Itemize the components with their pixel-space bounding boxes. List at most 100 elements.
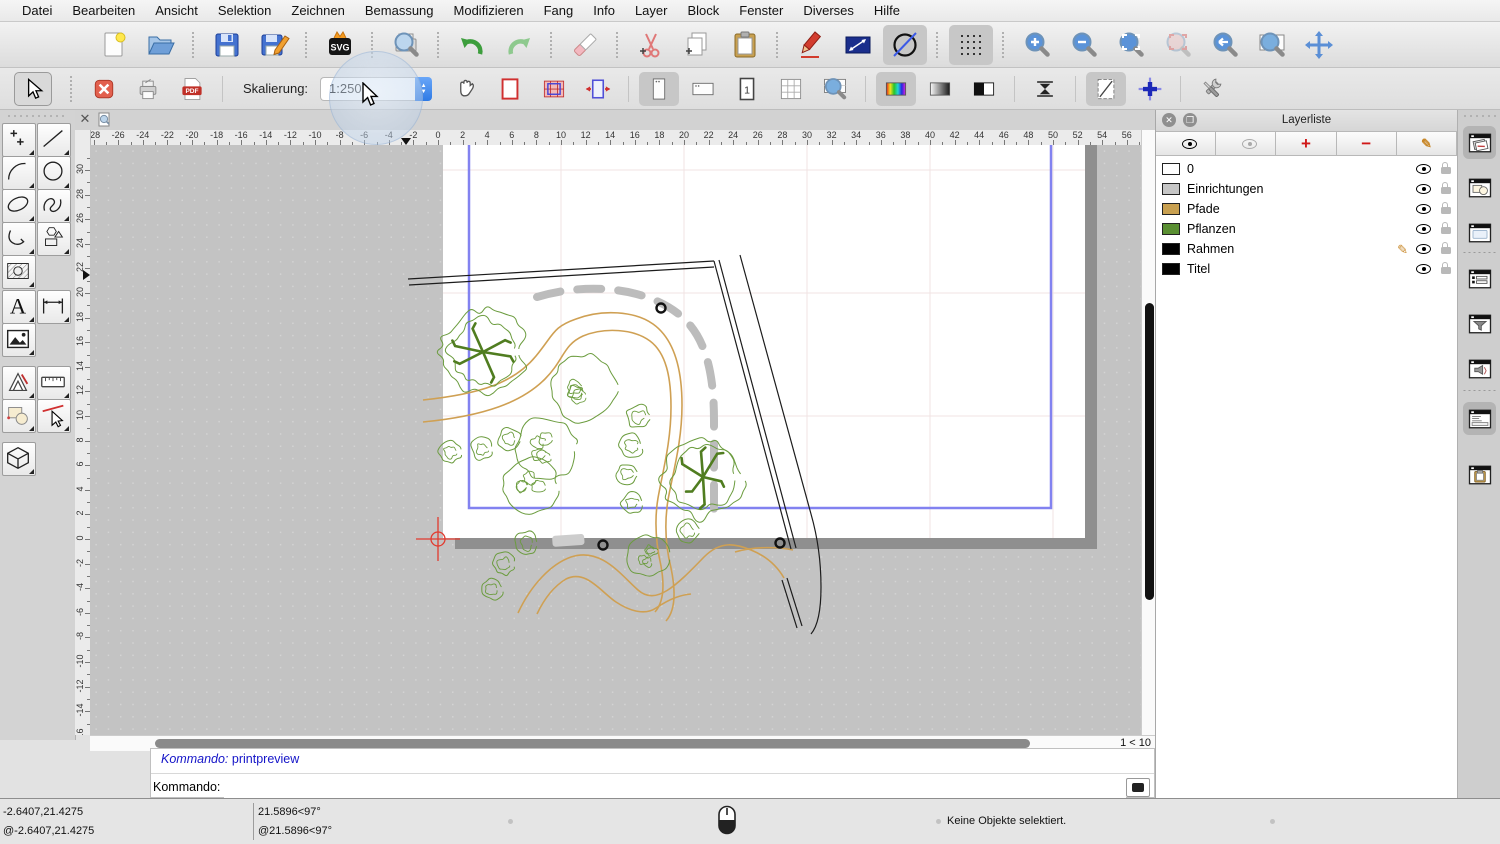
layer-list-dock-button[interactable] bbox=[1463, 126, 1496, 159]
vertical-scrollbar-thumb[interactable] bbox=[1145, 303, 1154, 600]
layer-row-titel[interactable]: Titel bbox=[1156, 259, 1457, 279]
palette-drag-handle[interactable] bbox=[6, 114, 66, 118]
snap-off-button[interactable] bbox=[883, 25, 927, 65]
open-document-button[interactable] bbox=[139, 25, 183, 65]
layer-lock-icon[interactable] bbox=[1441, 207, 1451, 214]
crosshair-plus-button[interactable] bbox=[1130, 72, 1170, 106]
pan-button[interactable] bbox=[1297, 25, 1341, 65]
dimension-button[interactable] bbox=[836, 25, 880, 65]
print-button[interactable] bbox=[128, 72, 168, 106]
portrait-button[interactable] bbox=[639, 72, 679, 106]
layer-visibility-icon[interactable] bbox=[1416, 164, 1431, 174]
command-input[interactable] bbox=[224, 776, 1126, 798]
drawing-canvas[interactable] bbox=[90, 145, 1141, 735]
layer-lock-icon[interactable] bbox=[1441, 227, 1451, 234]
zoom-previous-button[interactable] bbox=[1203, 25, 1247, 65]
layer-visibility-icon[interactable] bbox=[1416, 184, 1431, 194]
menu-modifizieren[interactable]: Modifizieren bbox=[444, 3, 534, 18]
paper-fit-button[interactable] bbox=[578, 72, 618, 106]
menu-bearbeiten[interactable]: Bearbeiten bbox=[62, 3, 145, 18]
paste-button[interactable] bbox=[723, 25, 767, 65]
layer-panel-detach-icon[interactable]: ❐ bbox=[1183, 113, 1197, 127]
layer-row-0[interactable]: 0 bbox=[1156, 159, 1457, 179]
tool-block-tools-button[interactable] bbox=[2, 399, 36, 433]
dev-tools-button[interactable] bbox=[1191, 72, 1231, 106]
dock-drag-handle[interactable] bbox=[1462, 114, 1497, 118]
tool-misc-draw-button[interactable] bbox=[2, 366, 36, 400]
hide-all-layers-button[interactable] bbox=[1216, 132, 1276, 155]
save-as-button[interactable] bbox=[252, 25, 296, 65]
tool-shapes-button[interactable] bbox=[37, 222, 71, 256]
clipboard-panel-dock-button[interactable] bbox=[1463, 458, 1496, 491]
command-line-dock-button[interactable] bbox=[1463, 402, 1496, 435]
tool-ellipse-button[interactable] bbox=[2, 189, 36, 223]
menu-fang[interactable]: Fang bbox=[534, 3, 584, 18]
page-zoom-button[interactable] bbox=[815, 72, 855, 106]
tool-spline-button[interactable] bbox=[37, 189, 71, 223]
zoom-page-button[interactable] bbox=[1250, 25, 1294, 65]
tool-points-button[interactable] bbox=[2, 123, 36, 157]
tool-arc-button[interactable] bbox=[2, 156, 36, 190]
layer-color-swatch[interactable] bbox=[1162, 163, 1180, 175]
property-editor-dock-button[interactable] bbox=[1463, 262, 1496, 295]
color-bw-button[interactable] bbox=[964, 72, 1004, 106]
menu-ansicht[interactable]: Ansicht bbox=[145, 3, 208, 18]
layer-color-swatch[interactable] bbox=[1162, 203, 1180, 215]
undo-button[interactable] bbox=[450, 25, 494, 65]
menu-datei[interactable]: Datei bbox=[12, 3, 62, 18]
tool-image-button[interactable] bbox=[2, 323, 36, 357]
tool-modify-button[interactable] bbox=[37, 399, 71, 433]
new-document-button[interactable] bbox=[92, 25, 136, 65]
menu-layer[interactable]: Layer bbox=[625, 3, 678, 18]
grid-toggle-button[interactable] bbox=[949, 25, 993, 65]
erase-button[interactable] bbox=[563, 25, 607, 65]
copy-button[interactable] bbox=[676, 25, 720, 65]
tool-solid-button[interactable] bbox=[2, 442, 36, 476]
scale-value[interactable]: 1:250 bbox=[320, 77, 415, 101]
layer-panel-close-icon[interactable]: ✕ bbox=[1162, 113, 1176, 127]
zoom-out-button[interactable] bbox=[1062, 25, 1106, 65]
menu-diverses[interactable]: Diverses bbox=[793, 3, 864, 18]
pan-hand-button[interactable] bbox=[446, 72, 486, 106]
command-options-button[interactable] bbox=[1126, 778, 1150, 797]
layer-lock-icon[interactable] bbox=[1441, 187, 1451, 194]
menu-selektion[interactable]: Selektion bbox=[208, 3, 281, 18]
remove-layer-button[interactable]: − bbox=[1337, 132, 1397, 155]
library-browser-dock-button[interactable] bbox=[1463, 352, 1496, 385]
menu-zeichnen[interactable]: Zeichnen bbox=[281, 3, 354, 18]
menu-bemassung[interactable]: Bemassung bbox=[355, 3, 444, 18]
menu-hilfe[interactable]: Hilfe bbox=[864, 3, 910, 18]
tool-hatch-button[interactable] bbox=[2, 255, 36, 289]
layer-row-rahmen[interactable]: Rahmen✎ bbox=[1156, 239, 1457, 259]
zoom-in-button[interactable] bbox=[1015, 25, 1059, 65]
zoom-auto-button[interactable] bbox=[1109, 25, 1153, 65]
edit-layer-button[interactable]: ✎ bbox=[1397, 132, 1457, 155]
layer-row-pflanzen[interactable]: Pflanzen bbox=[1156, 219, 1457, 239]
color-full-button[interactable] bbox=[876, 72, 916, 106]
menu-fenster[interactable]: Fenster bbox=[729, 3, 793, 18]
layer-color-swatch[interactable] bbox=[1162, 183, 1180, 195]
tool-text-button[interactable]: A bbox=[2, 290, 36, 324]
color-gray-button[interactable] bbox=[920, 72, 960, 106]
layer-row-einrichtungen[interactable]: Einrichtungen bbox=[1156, 179, 1457, 199]
horizontal-scrollbar-thumb[interactable] bbox=[155, 739, 1030, 748]
menu-block[interactable]: Block bbox=[677, 3, 729, 18]
tool-line-button[interactable] bbox=[37, 123, 71, 157]
layer-visibility-icon[interactable] bbox=[1416, 224, 1431, 234]
layer-lock-icon[interactable] bbox=[1441, 167, 1451, 174]
layer-color-swatch[interactable] bbox=[1162, 223, 1180, 235]
layer-row-pfade[interactable]: Pfade bbox=[1156, 199, 1457, 219]
menu-info[interactable]: Info bbox=[583, 3, 625, 18]
tool-polyline-button[interactable] bbox=[2, 222, 36, 256]
svg-export-button[interactable]: SVG bbox=[318, 25, 362, 65]
save-document-button[interactable] bbox=[205, 25, 249, 65]
layer-color-swatch[interactable] bbox=[1162, 243, 1180, 255]
draw-pencil-button[interactable] bbox=[789, 25, 833, 65]
page-multi-button[interactable] bbox=[771, 72, 811, 106]
print-preview-search-button[interactable] bbox=[384, 25, 428, 65]
block-list-dock-button[interactable] bbox=[1463, 171, 1496, 204]
layer-color-swatch[interactable] bbox=[1162, 263, 1180, 275]
scale-combobox[interactable]: 1:250▲▼ bbox=[320, 77, 432, 101]
tool-circle-button[interactable] bbox=[37, 156, 71, 190]
auto-fit-button[interactable] bbox=[1025, 72, 1065, 106]
